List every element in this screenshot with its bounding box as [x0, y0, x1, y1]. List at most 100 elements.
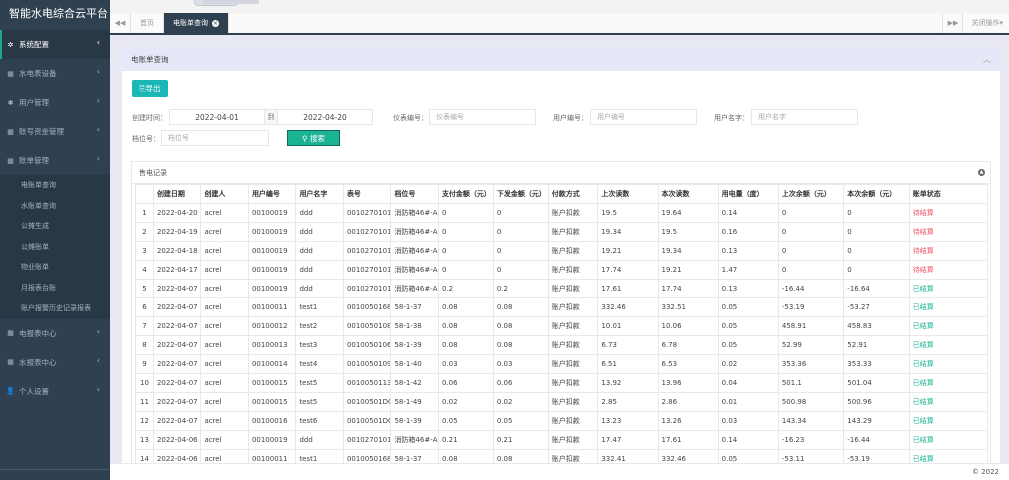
cell-paid-amount: 0.21 — [437, 429, 494, 450]
submenu-item-alarm-history[interactable]: 账户报警历史记录报表 — [0, 298, 110, 319]
column-header-paid-amount[interactable]: 支付金额（元） — [437, 184, 494, 204]
cell-issued-amount: 0.2 — [492, 278, 549, 299]
date-to-input[interactable]: 2022-04-20 — [277, 109, 373, 125]
column-header-prev-balance[interactable]: 上次余额（元） — [777, 184, 845, 204]
cell-curr-reading: 13.26 — [657, 410, 719, 431]
export-label: 导出 — [145, 84, 161, 93]
user-name-input[interactable]: 用户名字 — [751, 109, 858, 125]
cell-payment-method: 账户扣款 — [547, 448, 599, 463]
table-row[interactable]: 6 2022-04-07 acrel 00100011 test1 0010050168 5… — [135, 297, 989, 318]
cell-prev-balance: 52.99 — [777, 335, 845, 356]
sidebar-item-bill-management[interactable]: ▦ 账单管理 ‹ — [0, 146, 110, 175]
cell-meter-no: 0010270101 — [342, 240, 392, 261]
column-header-user-no[interactable]: 用户编号 — [247, 184, 297, 204]
submenu-item-shared-bill[interactable]: 公摊账单 — [0, 237, 110, 258]
column-header-creator[interactable]: 创建人 — [200, 184, 249, 204]
cell-paid-amount: 0.06 — [437, 373, 494, 393]
close-operations-button[interactable]: 关闭操作 ▾ — [962, 13, 1009, 33]
search-button[interactable]: ⚲ 搜索 — [287, 130, 340, 146]
table-row[interactable]: 5 2022-04-07 acrel 00100019 ddd 0010270101 消防箱… — [135, 278, 989, 299]
cell-bill-status: 待结算 — [908, 259, 989, 280]
cell-created-date: 2022-04-07 — [152, 278, 202, 299]
stall-input[interactable]: 档位号 — [161, 130, 269, 146]
tab-home[interactable]: 首页 — [131, 13, 164, 33]
table-row[interactable]: 12 2022-04-07 acrel 00100016 test6 00100501DC… — [135, 410, 989, 431]
close-icon[interactable]: × — [212, 19, 219, 27]
submenu-item-water-bill[interactable]: 水账单查询 — [0, 196, 110, 217]
collapse-circle-icon[interactable]: ▲ — [978, 169, 985, 176]
submenu-item-property-bill[interactable]: 物业账单 — [0, 257, 110, 278]
sidebar-item-meter-devices[interactable]: ▦ 水电表设备 ‹ — [0, 59, 110, 88]
table-row[interactable]: 4 2022-04-17 acrel 00100019 ddd 0010270101 消防箱… — [135, 259, 989, 280]
column-header-user-name[interactable]: 用户名字 — [295, 184, 344, 204]
table-row[interactable]: 3 2022-04-18 acrel 00100019 ddd 0010270101 消防箱… — [135, 240, 989, 261]
table-row[interactable]: 14 2022-04-06 acrel 00100011 test1 0010050168… — [135, 448, 989, 463]
table-row[interactable]: 7 2022-04-07 acrel 00100012 test2 0010050108 5… — [135, 316, 989, 337]
column-header-row-index[interactable] — [135, 184, 154, 204]
cell-creator: acrel — [200, 335, 249, 356]
column-header-stall-no[interactable]: 档位号 — [390, 184, 439, 204]
meter-no-input[interactable]: 仪表编号 — [429, 109, 536, 125]
sidebar-item-system-config[interactable]: ✲ 系统配置 ‹ — [0, 30, 110, 59]
table-row[interactable]: 9 2022-04-07 acrel 00100014 test4 0010050109 5… — [135, 354, 989, 375]
table-row[interactable]: 11 2022-04-07 acrel 00100015 test5 00100501DC… — [135, 391, 989, 412]
cell-issued-amount: 0.02 — [492, 391, 549, 412]
cell-prev-reading: 13.92 — [597, 373, 659, 393]
column-header-created-date[interactable]: 创建日期 — [152, 184, 202, 204]
cell-stall-no: 58-1-40 — [390, 354, 439, 375]
top-pill-inner — [203, 0, 259, 4]
bill-submenu: 电账单查询 水账单查询 公摊生成 公摊账单 物业账单 月报表台账 账户报警历史记… — [0, 175, 110, 319]
submenu-item-shared-generate[interactable]: 公摊生成 — [0, 216, 110, 237]
cell-meter-no: 0010270101 — [342, 221, 392, 242]
panel-title: 电账单查询 — [131, 55, 169, 64]
cell-payment-method: 账户扣款 — [547, 410, 599, 431]
cell-curr-reading: 19.34 — [657, 240, 719, 261]
tab-scroll-right-icon[interactable]: ▶▶ — [942, 13, 962, 33]
cell-creator: acrel — [200, 221, 249, 242]
column-header-consumption[interactable]: 用电量（度） — [717, 184, 779, 204]
column-header-curr-balance[interactable]: 本次余额（元） — [843, 184, 910, 204]
sidebar-item-electric-report[interactable]: ▦ 电报表中心 ‹ — [0, 319, 110, 348]
submenu-item-monthly-ledger[interactable]: 月报表台账 — [0, 278, 110, 299]
user-no-input[interactable]: 用户编号 — [590, 109, 697, 125]
cell-stall-no: 58-1-37 — [390, 448, 439, 463]
tab-electric-bill[interactable]: 电账单查询 × — [164, 13, 229, 33]
column-header-payment-method[interactable]: 付款方式 — [547, 184, 599, 204]
cell-paid-amount: 0.05 — [437, 410, 494, 431]
sidebar-item-user-management[interactable]: ✱ 用户管理 ‹ — [0, 88, 110, 117]
sidebar-item-water-report[interactable]: ▦ 水报表中心 ‹ — [0, 348, 110, 377]
export-button[interactable]: ⎘ 导出 — [132, 80, 168, 97]
tab-scroll-left-icon[interactable]: ◀◀ — [110, 13, 131, 33]
table-row[interactable]: 2 2022-04-19 acrel 00100019 ddd 0010270101 消防箱… — [135, 221, 989, 242]
chevron-up-icon[interactable]: ︿ — [983, 54, 991, 65]
column-header-prev-reading[interactable]: 上次读数 — [597, 184, 659, 204]
cell-creator: acrel — [200, 278, 249, 299]
sidebar-item-label: 水电表设备 — [19, 69, 57, 78]
chevron-left-icon: ‹ — [96, 67, 100, 76]
sidebar-item-personal-settings[interactable]: 👤 个人设置 ‹ — [0, 377, 110, 406]
cell-meter-no: 00100501DC — [342, 391, 392, 412]
column-header-bill-status[interactable]: 账单状态 — [908, 184, 989, 204]
cell-curr-balance: 0 — [843, 259, 910, 280]
cell-user-name: test5 — [295, 391, 344, 412]
table-row[interactable]: 13 2022-04-06 acrel 00100019 ddd 0010270101 消防… — [135, 429, 989, 450]
cell-stall-no: 消防箱46#-A — [390, 221, 439, 242]
search-icon: ⚲ — [302, 133, 310, 143]
column-header-curr-reading[interactable]: 本次读数 — [657, 184, 719, 204]
top-pill-button[interactable] — [194, 0, 259, 6]
cell-creator: acrel — [200, 391, 249, 412]
table-row[interactable]: 10 2022-04-07 acrel 00100015 test5 0010050113… — [135, 373, 989, 393]
cell-stall-no: 58-1-39 — [390, 335, 439, 356]
cell-paid-amount: 0.2 — [437, 278, 494, 299]
cell-created-date: 2022-04-18 — [152, 240, 202, 261]
cell-payment-method: 账户扣款 — [547, 335, 599, 356]
table-row[interactable]: 8 2022-04-07 acrel 00100013 test3 0010050106 5… — [135, 335, 989, 356]
column-header-issued-amount[interactable]: 下发金额（元） — [492, 184, 549, 204]
cell-prev-balance: 0 — [777, 203, 845, 223]
date-from-input[interactable]: 2022-04-01 — [169, 109, 265, 125]
tab-home-label: 首页 — [140, 19, 154, 27]
column-header-meter-no[interactable]: 表号 — [342, 184, 392, 204]
sidebar-item-account-funds[interactable]: ▦ 账号资金管理 ‹ — [0, 117, 110, 146]
submenu-item-electric-bill[interactable]: 电账单查询 — [0, 175, 110, 196]
table-row[interactable]: 1 2022-04-20 acrel 00100019 ddd 0010270101 消防箱… — [135, 203, 989, 223]
